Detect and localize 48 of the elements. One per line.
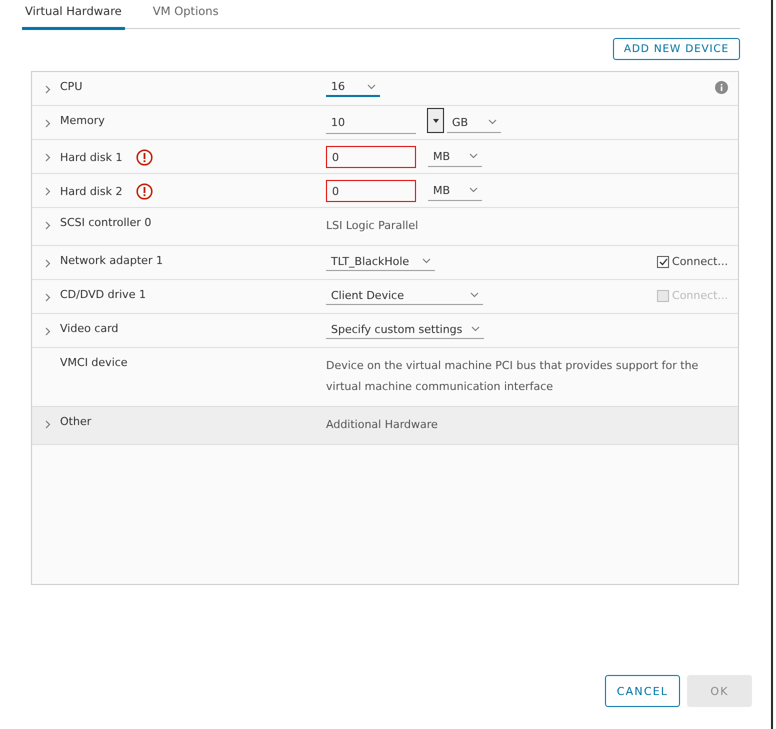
- caret-icon: [469, 187, 478, 193]
- caret-icon: [422, 258, 431, 264]
- number-input[interactable]: 0: [326, 146, 416, 168]
- expand-chevron-icon[interactable]: [45, 259, 51, 268]
- number-input[interactable]: 10: [326, 112, 416, 134]
- caret-icon: [367, 84, 376, 90]
- expand-chevron-icon[interactable]: [45, 187, 51, 196]
- connect-checkbox[interactable]: Connect...: [657, 255, 728, 268]
- unit-dropdown[interactable]: GB: [447, 112, 501, 133]
- expand-chevron-icon[interactable]: [45, 221, 51, 230]
- device-label: CPU: [60, 80, 82, 93]
- spinner-button[interactable]: [427, 108, 444, 133]
- tab[interactable]: Virtual Hardware: [22, 0, 125, 30]
- unit-dropdown[interactable]: MB: [428, 146, 482, 167]
- add-new-device-button[interactable]: ADD NEW DEVICE: [612, 38, 740, 60]
- cancel-button[interactable]: CANCEL: [605, 675, 680, 707]
- dropdown[interactable]: Client Device: [326, 286, 483, 305]
- unit-dropdown[interactable]: MB: [428, 180, 482, 201]
- expand-chevron-icon[interactable]: [45, 327, 51, 336]
- device-label: CD/DVD drive 1: [60, 288, 146, 301]
- device-label: Network adapter 1: [60, 254, 163, 267]
- device-label: Hard disk 1: [60, 150, 122, 164]
- device-description: LSI Logic Parallel: [326, 218, 418, 234]
- dropdown[interactable]: Specify custom settings: [326, 320, 484, 339]
- device-label: VMCI device: [60, 356, 128, 369]
- expand-chevron-icon[interactable]: [45, 85, 51, 94]
- triangle-icon: [432, 118, 438, 122]
- dropdown[interactable]: TLT_BlackHole: [326, 252, 435, 271]
- device-description: Device on the virtual machine PCI bus that provides support for the virtual machine communication interface: [326, 358, 700, 395]
- expand-chevron-icon[interactable]: [45, 153, 51, 162]
- expand-chevron-icon[interactable]: [45, 293, 51, 302]
- device-label: Video card: [60, 322, 118, 335]
- caret-icon: [470, 292, 479, 298]
- checkmark-icon: [658, 258, 668, 266]
- caret-icon: [469, 153, 478, 159]
- caret-icon: [488, 119, 497, 125]
- tab[interactable]: VM Options: [150, 0, 222, 27]
- expand-chevron-icon[interactable]: [45, 119, 51, 128]
- dropdown[interactable]: 16: [326, 78, 380, 97]
- expand-chevron-icon[interactable]: [45, 420, 51, 429]
- device-label: Hard disk 2: [60, 184, 122, 198]
- device-description: Additional Hardware: [326, 417, 438, 433]
- device-label: SCSI controller 0: [60, 216, 152, 229]
- device-label: Memory: [60, 114, 105, 127]
- info-icon[interactable]: [715, 81, 728, 94]
- device-label: Other: [60, 415, 92, 428]
- caret-icon: [471, 326, 480, 332]
- number-input[interactable]: 0: [326, 180, 416, 202]
